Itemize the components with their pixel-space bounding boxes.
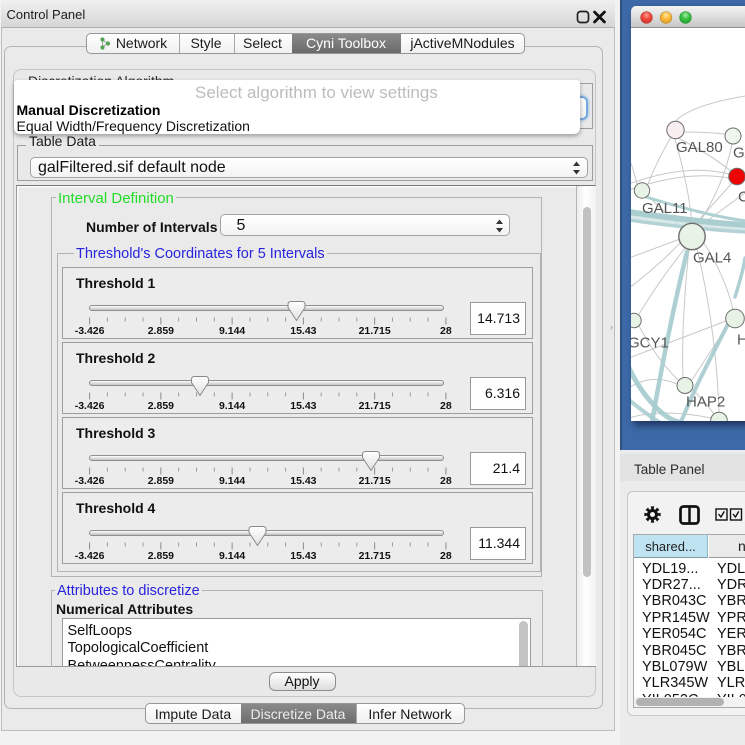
svg-text:HIS4: HIS4 [737, 332, 745, 349]
svg-text:HAP2: HAP2 [686, 394, 725, 411]
svg-text:GCY1: GCY1 [631, 335, 669, 352]
svg-text:GA: GA [733, 145, 745, 162]
svg-text:GAL80: GAL80 [676, 139, 723, 156]
svg-text:CD: CD [738, 189, 745, 206]
svg-text:GAL11: GAL11 [642, 200, 688, 217]
svg-text:GAL4: GAL4 [693, 250, 731, 267]
